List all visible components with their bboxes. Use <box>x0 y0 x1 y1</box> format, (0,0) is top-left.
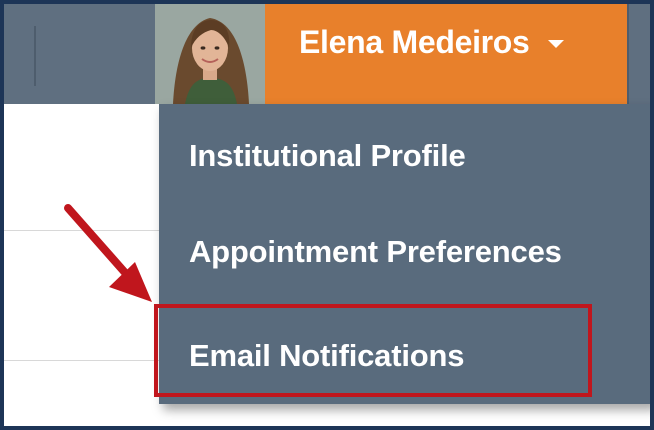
red-pointer-arrow-icon <box>64 204 152 302</box>
menu-item-appointment-preferences[interactable]: Appointment Preferences <box>189 234 562 270</box>
caret-down-icon <box>547 40 564 48</box>
user-name: Elena Medeiros <box>299 24 530 60</box>
topbar-right-segment <box>627 4 650 104</box>
user-name-area[interactable]: Elena Medeiros <box>265 4 627 104</box>
screenshot-frame: Elena Medeiros Institutional Profile App… <box>0 0 654 430</box>
user-menu-toggle[interactable]: Elena Medeiros <box>155 4 650 104</box>
highlight-box <box>154 304 592 397</box>
menu-item-institutional-profile[interactable]: Institutional Profile <box>189 138 466 174</box>
